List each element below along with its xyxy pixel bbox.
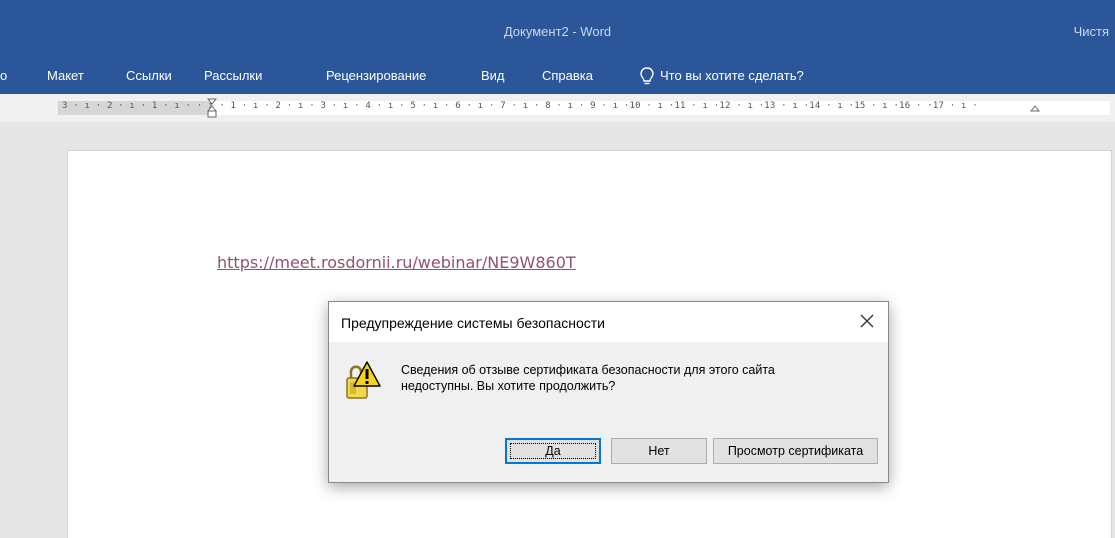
account-name[interactable]: Чистя (1074, 24, 1109, 39)
security-lock-warning-icon (346, 361, 381, 399)
window-title: Документ2 - Word (503, 24, 612, 39)
right-indent-marker-icon[interactable] (1030, 98, 1040, 118)
title-bar: Документ2 - Word Чистя (0, 0, 1115, 60)
tab-layout[interactable]: Макет (47, 68, 84, 83)
dialog-header: Предупреждение системы безопасности (329, 302, 888, 342)
yes-button[interactable]: Да (505, 438, 601, 464)
tab-mailings[interactable]: Рассылки (204, 68, 262, 83)
focus-rect (510, 443, 596, 459)
dialog-message-line-2: недоступны. Вы хотите продолжить? (401, 379, 616, 393)
tell-me-search[interactable]: Что вы хотите сделать? (660, 68, 804, 83)
tab-references[interactable]: Ссылки (126, 68, 172, 83)
no-button-label: Нет (648, 444, 670, 458)
tab-partial[interactable]: о (0, 68, 7, 83)
dialog-message-line-1: Сведения об отзыве сертификата безопасно… (401, 363, 775, 377)
ribbon-tabs: о Макет Ссылки Рассылки Рецензирование В… (0, 60, 1115, 94)
view-certificate-button[interactable]: Просмотр сертификата (713, 438, 878, 464)
dialog-message: Сведения об отзыве сертификата безопасно… (401, 362, 871, 394)
tab-help[interactable]: Справка (542, 68, 593, 83)
horizontal-ruler[interactable]: 3 · ı · 2 · ı · 1 · ı · · ı · 1 · ı · 2 … (0, 94, 1115, 122)
tab-view[interactable]: Вид (481, 68, 505, 83)
no-button[interactable]: Нет (611, 438, 707, 464)
document-hyperlink[interactable]: https://meet.rosdornii.ru/webinar/NE9W86… (217, 253, 576, 272)
dialog-title: Предупреждение системы безопасности (341, 315, 605, 331)
ruler-ticks: 3 · ı · 2 · ı · 1 · ı · · ı · 1 · ı · 2 … (62, 101, 978, 111)
security-warning-dialog: Предупреждение системы безопасности Свед… (328, 301, 889, 483)
lightbulb-icon[interactable] (638, 66, 656, 86)
view-certificate-button-label: Просмотр сертификата (727, 444, 864, 458)
close-icon[interactable] (856, 310, 878, 332)
tab-review[interactable]: Рецензирование (326, 68, 426, 83)
indent-marker-icon[interactable] (207, 98, 217, 118)
